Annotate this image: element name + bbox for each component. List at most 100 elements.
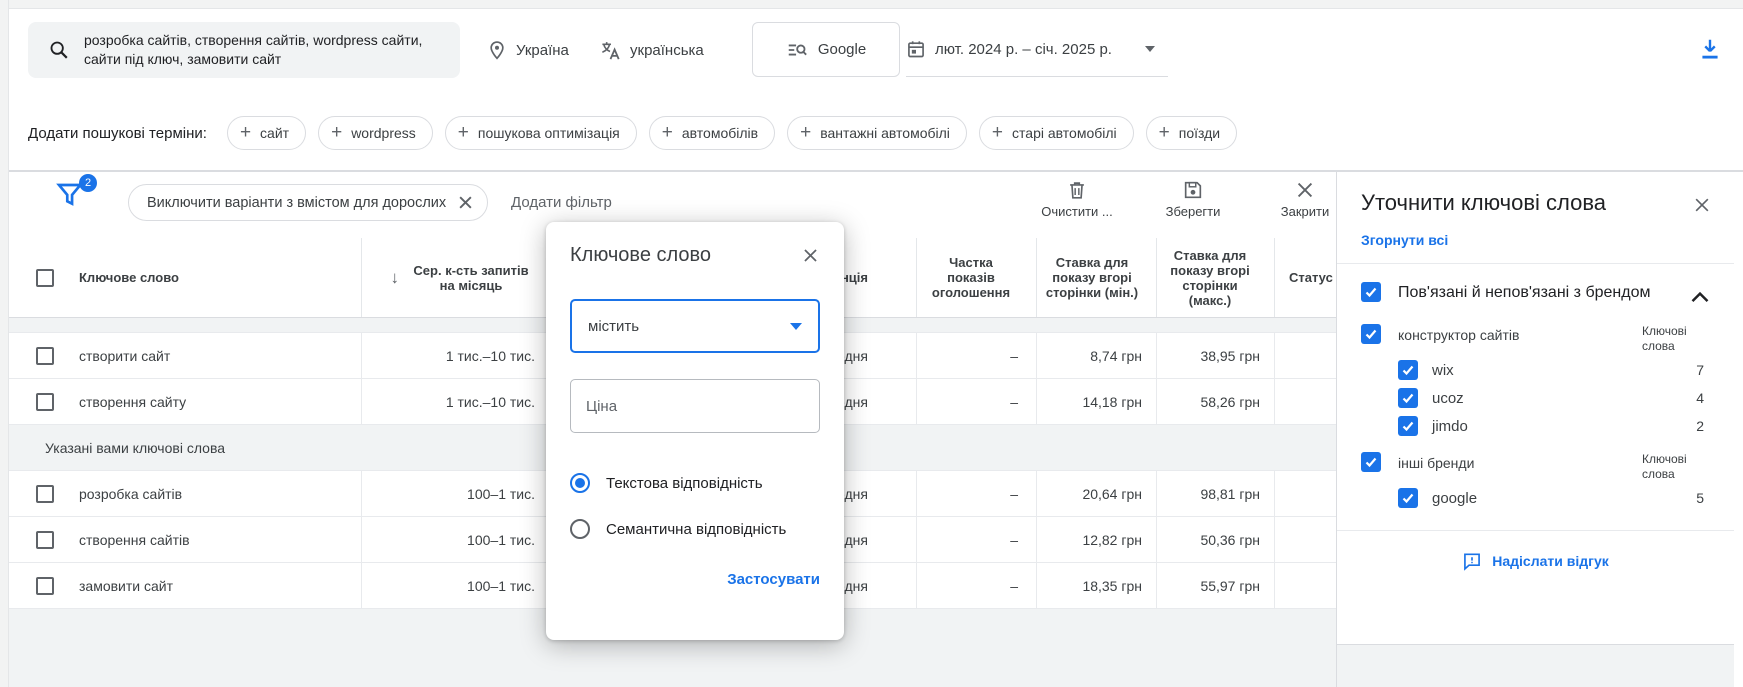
add-terms-bar: Додати пошукові терміни: + сайт + wordpres… xyxy=(9,104,1743,162)
header-volume[interactable]: ↓ Сер. к-сть запитів на місяць xyxy=(362,238,560,317)
brand-checkbox[interactable] xyxy=(1398,360,1418,380)
header-impression-share[interactable]: Частка показів оголошення xyxy=(917,238,1037,317)
subgroup-row[interactable]: інші бренди Ключові слова xyxy=(1337,440,1734,484)
active-filter-chip[interactable]: Виключити варіанти з вмістом для доросли… xyxy=(128,184,489,221)
row-checkbox[interactable] xyxy=(36,530,54,549)
bid-min-cell: 8,74 грн xyxy=(1037,333,1157,378)
add-term-chip[interactable]: + wordpress xyxy=(318,116,433,150)
check-icon xyxy=(1365,329,1377,340)
keyword-label: створення сайтів xyxy=(79,531,190,548)
row-checkbox[interactable] xyxy=(36,576,54,595)
refine-keywords-panel: Уточнити ключові слова Згорнути всі Пов'… xyxy=(1336,172,1734,645)
brand-label: ucoz xyxy=(1432,389,1464,407)
bid-min-cell: 18,35 грн xyxy=(1037,563,1157,608)
add-term-chip[interactable]: + старі автомобілі xyxy=(978,116,1134,150)
keyword-label: створення сайту xyxy=(79,393,187,410)
keywords-count-header: Ключові слова xyxy=(1642,452,1687,481)
close-dialog-icon[interactable] xyxy=(801,246,820,265)
row-checkbox[interactable] xyxy=(36,392,54,411)
add-term-chip[interactable]: + пошукова оптимізація xyxy=(444,116,637,150)
add-filter-button[interactable]: Додати фільтр xyxy=(511,194,612,211)
subgroup-row[interactable]: конструктор сайтів Ключові слова xyxy=(1337,312,1734,356)
group-checkbox[interactable] xyxy=(1361,282,1381,302)
header-top-bid-max[interactable]: Ставка для показу вгорі сторінки (макс.) xyxy=(1157,238,1275,317)
keywords-searchbox[interactable]: розробка сайтів, створення сайтів, wordp… xyxy=(28,22,460,78)
subgroup-checkbox[interactable] xyxy=(1361,452,1381,472)
language-selector[interactable]: українська xyxy=(600,22,704,78)
share-cell: – xyxy=(917,563,1037,608)
add-term-chip[interactable]: + поїзди xyxy=(1145,116,1238,150)
filter-funnel-button[interactable]: 2 xyxy=(55,174,97,218)
semantic-match-option[interactable]: Семантична відповідність xyxy=(570,519,820,539)
save-button[interactable]: Зберегти xyxy=(1137,179,1249,219)
network-selector[interactable]: Google xyxy=(752,22,900,77)
brand-checkbox[interactable] xyxy=(1398,488,1418,508)
bid-max-cell: 98,81 грн xyxy=(1157,471,1275,516)
keywords-input[interactable]: розробка сайтів, створення сайтів, wordp… xyxy=(84,31,434,69)
active-filter-label: Виключити варіанти з вмістом для доросли… xyxy=(147,194,447,211)
check-icon xyxy=(1402,421,1414,432)
subgroup-checkbox[interactable] xyxy=(1361,324,1381,344)
volume-cell: 100–1 тис. xyxy=(362,517,560,562)
translate-icon xyxy=(602,41,620,59)
keyword-filter-dialog: Ключове слово містить Текстова відповідн… xyxy=(546,222,844,640)
chevron-down-icon xyxy=(1144,46,1155,52)
send-feedback-button[interactable]: Надіслати відгук xyxy=(1337,530,1734,591)
date-range-selector[interactable]: лют. 2024 р. – січ. 2025 р. xyxy=(906,22,1168,77)
plus-icon: + xyxy=(661,121,673,143)
radio-unselected-icon[interactable] xyxy=(570,519,590,539)
header-status[interactable]: Статус xyxy=(1275,238,1336,317)
save-icon xyxy=(1184,181,1202,199)
add-term-chip[interactable]: + вантажні автомобілі xyxy=(787,116,967,150)
filter-value-input[interactable] xyxy=(570,379,820,433)
row-checkbox[interactable] xyxy=(36,346,54,365)
bid-max-cell: 58,26 грн xyxy=(1157,379,1275,424)
share-cell: – xyxy=(917,379,1037,424)
header-top-bid-min[interactable]: Ставка для показу вгорі сторінки (мін.) xyxy=(1037,238,1157,317)
toolbar: розробка сайтів, створення сайтів, wordp… xyxy=(9,10,1743,104)
text-match-option[interactable]: Текстова відповідність xyxy=(570,473,820,493)
brand-item-row[interactable]: wix 7 xyxy=(1337,356,1734,384)
page-background xyxy=(1336,645,1734,687)
sort-desc-icon: ↓ xyxy=(390,267,400,287)
brand-checkbox[interactable] xyxy=(1398,388,1418,408)
close-panel-icon[interactable] xyxy=(1692,195,1712,215)
close-label: Закрити xyxy=(1280,204,1330,219)
apply-button[interactable]: Застосувати xyxy=(570,571,820,588)
collapse-all-link[interactable]: Згорнути всі xyxy=(1337,222,1734,248)
status-cell xyxy=(1275,517,1336,562)
bid-min-cell: 14,18 грн xyxy=(1037,379,1157,424)
brand-item-row[interactable]: jimdo 2 xyxy=(1337,412,1734,440)
chevron-up-icon[interactable] xyxy=(1690,290,1710,304)
status-cell xyxy=(1275,471,1336,516)
status-cell xyxy=(1275,379,1336,424)
download-icon xyxy=(1702,39,1718,59)
share-cell: – xyxy=(917,471,1037,516)
add-term-chip[interactable]: + сайт xyxy=(226,116,307,150)
feedback-label: Надіслати відгук xyxy=(1492,553,1609,569)
brand-item-row[interactable]: google 5 xyxy=(1337,484,1734,512)
brand-item-row[interactable]: ucoz 4 xyxy=(1337,384,1734,412)
operator-select[interactable]: містить xyxy=(570,299,820,353)
clear-button[interactable]: Очистити ... xyxy=(1021,179,1133,219)
close-table-button[interactable]: Закрити xyxy=(1249,179,1361,219)
keyword-label: створити сайт xyxy=(79,347,171,364)
brand-checkbox[interactable] xyxy=(1398,416,1418,436)
search-icon xyxy=(50,41,68,59)
location-selector[interactable]: Україна xyxy=(487,22,569,78)
bid-min-cell: 20,64 грн xyxy=(1037,471,1157,516)
brand-group-row[interactable]: Пов'язані й непов'язані з брендом xyxy=(1337,264,1734,312)
plus-icon: + xyxy=(239,121,252,143)
save-label: Зберегти xyxy=(1165,204,1221,219)
remove-filter-icon[interactable] xyxy=(458,195,473,210)
row-checkbox[interactable] xyxy=(36,484,54,503)
select-all-checkbox[interactable] xyxy=(36,268,54,287)
radio-selected-icon[interactable] xyxy=(570,473,590,493)
close-icon xyxy=(1297,182,1313,198)
add-term-chip[interactable]: + автомобілів xyxy=(648,116,776,150)
clear-label: Очистити ... xyxy=(1041,204,1113,219)
download-button[interactable] xyxy=(1693,32,1727,66)
share-cell: – xyxy=(917,333,1037,378)
check-icon xyxy=(1402,365,1414,376)
plus-icon: + xyxy=(800,121,812,143)
